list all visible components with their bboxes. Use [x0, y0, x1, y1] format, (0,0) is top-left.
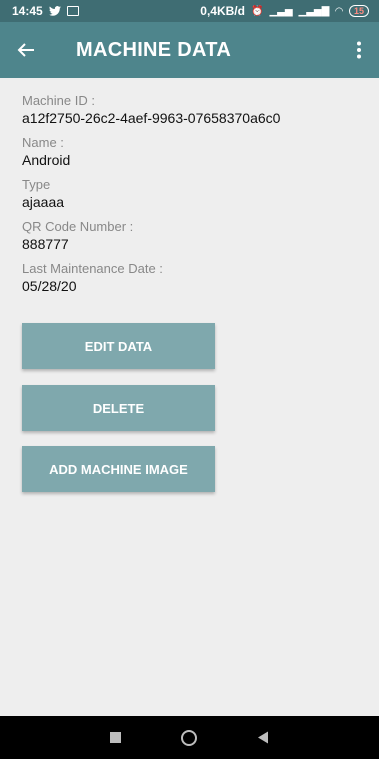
type-field: Type ajaaaa [22, 176, 362, 211]
back-icon[interactable] [257, 731, 269, 744]
machine-id-value: a12f2750-26c2-4aef-9963-07658370a6c0 [22, 110, 281, 126]
qr-code-field: QR Code Number : 888777 [22, 218, 362, 253]
battery-icon: 15 [348, 5, 369, 17]
lte-signal-icon: ▁▃▅▇ [298, 5, 330, 17]
maintenance-date-field: Last Maintenance Date : 05/28/20 [22, 260, 362, 295]
home-icon[interactable] [181, 729, 197, 746]
maintenance-date-value: 05/28/20 [22, 278, 77, 294]
signal-icon: ▁▃▅ [269, 5, 293, 17]
machine-id-label: Machine ID : [22, 93, 95, 108]
twitter-icon [48, 6, 61, 16]
app-bar: MACHINE DATA [0, 22, 379, 78]
name-field: Name : Android [22, 134, 362, 169]
machine-details: Machine ID : a12f2750-26c2-4aef-9963-076… [22, 92, 362, 302]
alarm-icon: ⏰ [250, 5, 264, 17]
add-machine-image-button[interactable]: ADD MACHINE IMAGE [22, 446, 215, 492]
cast-icon [66, 6, 79, 16]
name-label: Name : [22, 135, 64, 150]
type-value: ajaaaa [22, 194, 65, 210]
qr-code-label: QR Code Number : [22, 219, 134, 234]
delete-button[interactable]: DELETE [22, 385, 215, 431]
name-value: Android [22, 152, 71, 168]
machine-id-field: Machine ID : a12f2750-26c2-4aef-9963-076… [22, 92, 362, 127]
page-title: MACHINE DATA [76, 38, 232, 61]
wifi-icon: ◠ [335, 5, 343, 17]
maintenance-date-label: Last Maintenance Date : [22, 261, 163, 276]
network-speed: 0,4KB/d [200, 4, 245, 18]
status-time: 14:45 [12, 4, 43, 18]
recents-icon[interactable] [110, 732, 121, 743]
edit-data-button[interactable]: EDIT DATA [22, 323, 215, 369]
type-label: Type [22, 177, 51, 192]
more-options-icon[interactable] [339, 22, 379, 78]
system-nav-bar [0, 716, 379, 759]
back-arrow-icon[interactable] [0, 22, 52, 78]
qr-code-value: 888777 [22, 236, 69, 252]
status-bar: 14:45 0,4KB/d ⏰ ▁▃▅ ▁▃▅▇ ◠ 15 [0, 0, 379, 22]
